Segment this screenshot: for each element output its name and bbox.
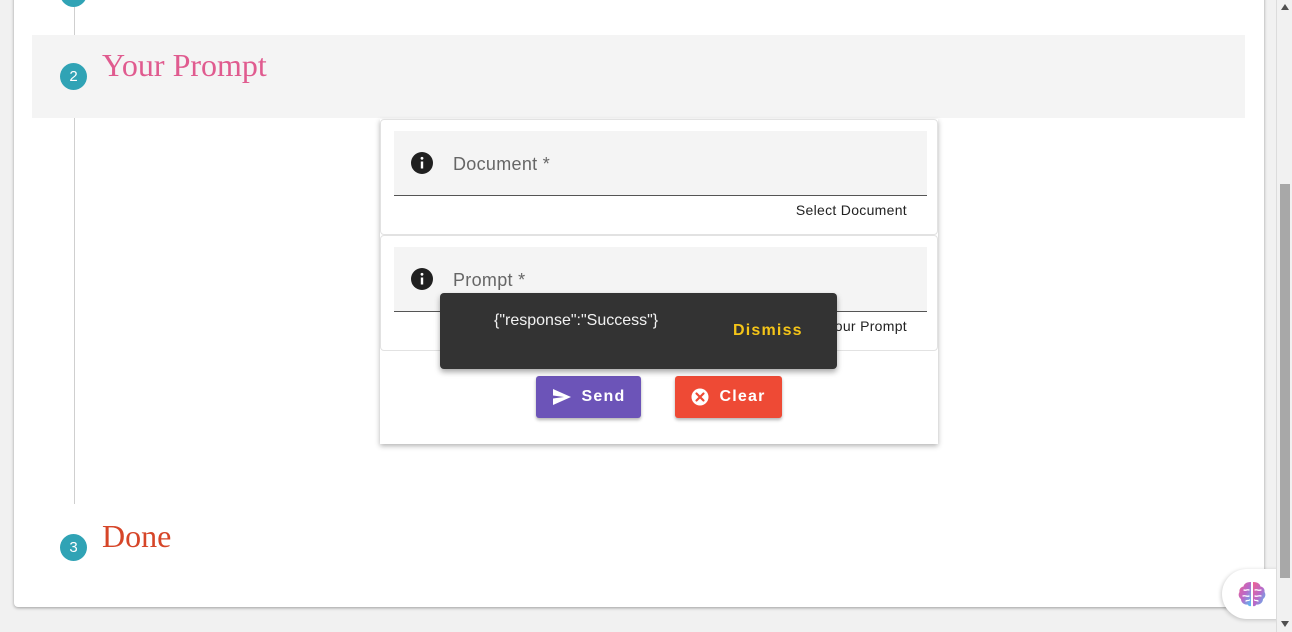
document-select[interactable]: Document * <box>394 131 927 196</box>
scroll-down-arrow[interactable] <box>1281 621 1289 627</box>
assistant-fab[interactable] <box>1222 569 1282 619</box>
send-button[interactable]: Send <box>536 376 641 418</box>
prompt-form-panel: Document * Select Document Prompt * Your… <box>380 119 938 444</box>
clear-label: Clear <box>719 388 766 405</box>
step-2-badge: 2 <box>60 63 87 90</box>
document-label: Document * <box>453 154 551 174</box>
info-icon[interactable] <box>410 151 434 175</box>
document-field-card: Document * Select Document <box>380 119 938 235</box>
snackbar: {"response":"Success"} Dismiss <box>440 293 837 369</box>
step-3-number: 3 <box>69 539 78 556</box>
brain-icon <box>1238 582 1266 607</box>
info-icon[interactable] <box>410 267 434 291</box>
step-3-title[interactable]: Done <box>102 518 171 555</box>
prompt-label: Prompt * <box>453 270 526 290</box>
scroll-up-arrow[interactable] <box>1281 4 1289 10</box>
prompt-hint: Your Prompt <box>826 318 907 334</box>
send-label: Send <box>581 388 626 405</box>
cancel-icon <box>691 388 709 406</box>
snackbar-message: {"response":"Success"} <box>494 312 659 329</box>
step-2-title[interactable]: Your Prompt <box>102 47 267 84</box>
stepper-connector <box>74 100 75 504</box>
scroll-thumb[interactable] <box>1280 184 1290 578</box>
dismiss-button[interactable]: Dismiss <box>733 322 803 340</box>
clear-button[interactable]: Clear <box>675 376 782 418</box>
page-scrollbar[interactable] <box>1276 0 1292 632</box>
send-icon <box>552 389 571 405</box>
document-hint: Select Document <box>795 202 907 218</box>
step-3-badge: 3 <box>60 534 87 561</box>
step-2-number: 2 <box>69 68 78 85</box>
